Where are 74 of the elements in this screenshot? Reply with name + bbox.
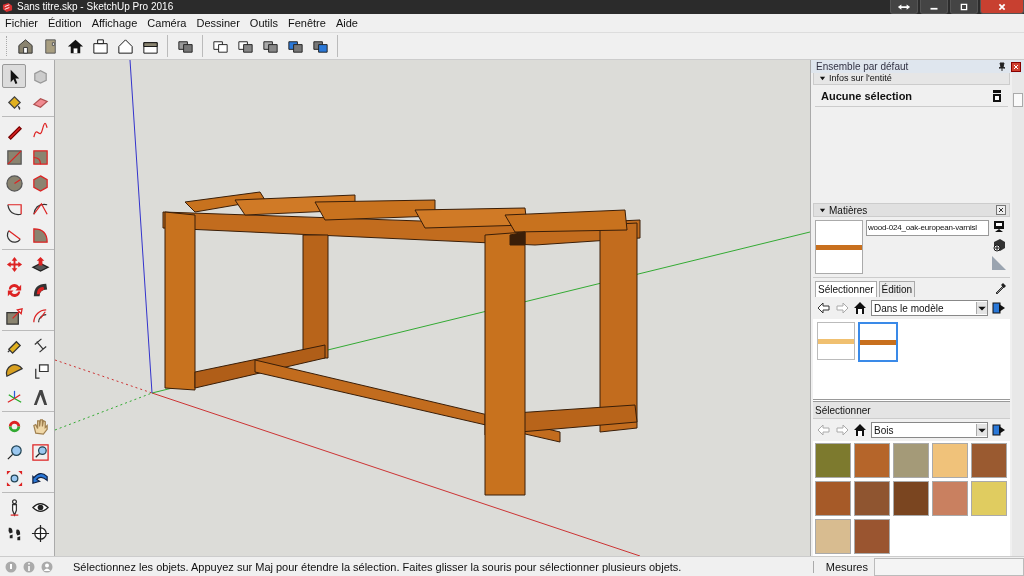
section-title: Sélectionner — [815, 405, 871, 416]
back-arrow-icon[interactable] — [817, 301, 831, 315]
house-icon — [115, 36, 135, 56]
collapse-triangle-icon — [819, 75, 826, 82]
pin-icon[interactable] — [997, 61, 1007, 72]
app-logo-icon — [2, 1, 13, 13]
measurements-field[interactable] — [874, 557, 1024, 576]
wood-swatch[interactable] — [932, 443, 968, 478]
wood-swatch[interactable] — [893, 481, 929, 516]
pie-icon — [30, 225, 50, 245]
tray-title: Ensemble par défaut — [816, 61, 909, 72]
tool-button[interactable] — [2, 64, 26, 88]
menu-item[interactable]: Outils — [244, 17, 283, 29]
section-plane-icon — [30, 523, 50, 543]
menu-item[interactable]: Affichage — [86, 17, 143, 29]
material-name-field[interactable]: wood-024_oak-european-varnisl — [866, 220, 989, 236]
zoom-extents-icon — [4, 468, 24, 488]
menu-item[interactable]: Édition — [43, 17, 87, 29]
tab[interactable]: Édition — [878, 281, 916, 297]
wood-swatch[interactable] — [815, 481, 851, 516]
status-message: Sélectionnez les objets. Appuyez sur Maj pour étendre la sélection. Faites glisser la souris pour sélectionner plusieurs objets. — [73, 560, 682, 573]
close-icon[interactable] — [1011, 61, 1021, 72]
eyedropper-icon[interactable] — [994, 281, 1008, 295]
wood-swatch[interactable] — [815, 519, 851, 554]
details-arrow-icon[interactable] — [992, 301, 1006, 315]
circle-icon — [4, 173, 24, 193]
box-icon — [90, 36, 110, 56]
toggle-icon[interactable] — [992, 90, 1002, 102]
measurements-label: Mesures — [812, 560, 868, 573]
close-icon[interactable] — [996, 205, 1006, 215]
collection-dropdown[interactable]: Dans le modèle — [871, 300, 988, 316]
hand-icon — [30, 416, 50, 436]
panel-header[interactable]: Infos sur l'entité — [813, 73, 1010, 85]
polygon-icon — [30, 173, 50, 193]
menu-item[interactable]: Aide — [330, 17, 363, 29]
move-icon — [4, 254, 24, 274]
push-pull-icon — [30, 254, 50, 274]
window-title: Sans titre.skp - SketchUp Pro 2016 — [17, 0, 174, 14]
material-swatch[interactable] — [858, 322, 898, 362]
collection-dropdown[interactable]: Bois — [871, 422, 988, 438]
details-arrow-icon[interactable] — [992, 423, 1006, 437]
wood-swatch[interactable] — [971, 481, 1007, 516]
menu-item[interactable]: Dessiner — [191, 17, 245, 29]
rectangle-icon — [4, 147, 24, 167]
tab[interactable]: Sélectionner — [815, 281, 877, 297]
panel-header[interactable]: Matières — [813, 203, 1010, 217]
wood-swatch[interactable] — [854, 443, 890, 478]
wood-swatch[interactable] — [893, 443, 929, 478]
home-icon[interactable] — [853, 423, 867, 437]
swap-button[interactable] — [890, 0, 918, 14]
wood-swatch[interactable] — [971, 443, 1007, 478]
add-material-icon[interactable] — [992, 238, 1006, 252]
scrollbar[interactable] — [1012, 73, 1024, 556]
display-icon[interactable] — [992, 220, 1006, 234]
selection-label: Aucune sélection — [821, 90, 913, 102]
home-icon[interactable] — [853, 301, 867, 315]
menu-item[interactable]: Caméra — [142, 17, 192, 29]
maximize-button[interactable] — [950, 0, 978, 14]
minimize-button[interactable] — [920, 0, 948, 14]
wood-swatch[interactable] — [854, 519, 890, 554]
collapse-triangle-icon — [819, 206, 826, 214]
wood-swatch[interactable] — [815, 443, 851, 478]
menu-item[interactable]: Fichier — [0, 17, 43, 29]
wood-swatch[interactable] — [854, 481, 890, 516]
menu-item[interactable]: Fenêtre — [283, 17, 331, 29]
wood-swatch[interactable] — [932, 481, 968, 516]
material-preview — [815, 220, 863, 274]
close-button[interactable] — [980, 0, 1024, 14]
double-arrow-icon — [897, 2, 911, 11]
house-icon — [15, 36, 35, 56]
scale-icon — [4, 306, 24, 326]
rectangle-icon — [30, 147, 50, 167]
zoom-window-icon — [30, 442, 50, 462]
material-swatch[interactable] — [817, 322, 855, 360]
